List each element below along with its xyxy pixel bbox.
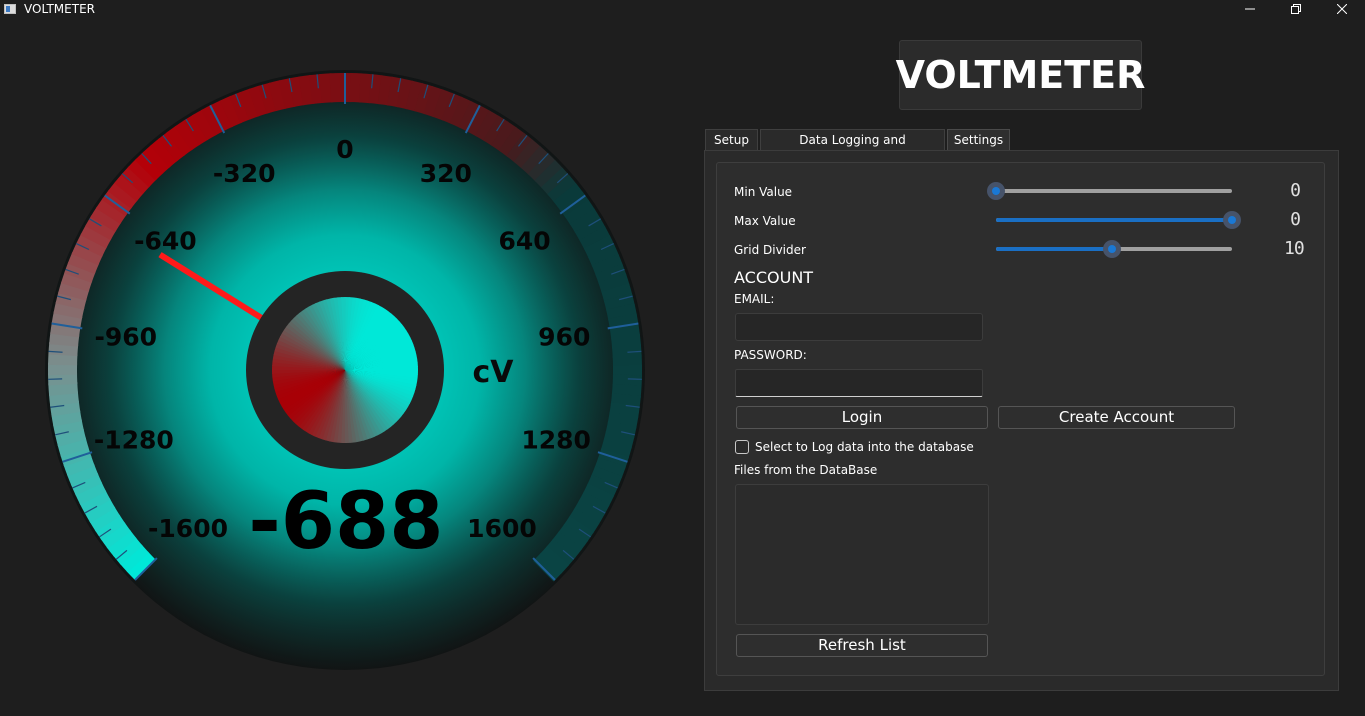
files-list[interactable] <box>735 484 989 625</box>
create-account-button[interactable]: Create Account <box>998 406 1235 429</box>
gauge-scale-label: 960 <box>538 322 590 351</box>
refresh-list-button[interactable]: Refresh List <box>736 634 988 657</box>
gauge-scale-label: 320 <box>420 159 472 188</box>
min-value-slider[interactable] <box>987 182 1232 200</box>
gauge-scale-label: 0 <box>336 135 353 164</box>
password-field[interactable] <box>735 369 983 397</box>
tab-data-logging[interactable]: Data Logging and Visualization <box>760 129 945 168</box>
email-label: EMAIL: <box>734 292 775 306</box>
gauge-scale-label: -1600 <box>148 514 228 543</box>
tab-settings[interactable]: Settings <box>947 129 1010 151</box>
grid-divider-label: Grid Divider <box>734 243 806 257</box>
close-icon <box>1336 3 1348 15</box>
title-bar: VOLTMETER <box>0 0 1365 20</box>
min-value-lcd: 0 <box>1290 180 1301 201</box>
gauge-scale-label: 640 <box>499 227 551 256</box>
restore-button[interactable] <box>1273 0 1319 20</box>
header-title-box: VOLTMETER <box>896 40 1145 110</box>
gauge-unit: cV <box>472 355 514 390</box>
slider-fill <box>996 218 1232 222</box>
tab-setup[interactable]: Setup <box>705 129 758 151</box>
email-field[interactable] <box>735 313 983 341</box>
min-value-label: Min Value <box>734 185 793 199</box>
password-label: PASSWORD: <box>734 348 807 362</box>
max-value-lcd: 0 <box>1290 209 1301 230</box>
gauge-scale-label: 1600 <box>467 514 537 543</box>
grid-divider-slider[interactable] <box>996 240 1232 258</box>
restore-icon <box>1291 4 1301 14</box>
app-icon <box>4 4 16 14</box>
close-button[interactable] <box>1319 0 1365 20</box>
grid-divider-lcd: 10 <box>1284 238 1305 259</box>
login-button[interactable]: Login <box>736 406 988 429</box>
log-data-checkbox[interactable] <box>735 440 749 454</box>
gauge-scale-label: -320 <box>213 159 276 188</box>
slider-handle[interactable] <box>1102 240 1121 258</box>
slider-handle[interactable] <box>1223 211 1241 229</box>
voltmeter-gauge: -1600 -1280 -960 -640 -320 0 320 640 960 1280 1600… <box>45 70 645 670</box>
files-list-label: Files from the DataBase <box>734 463 878 477</box>
gauge-value-readout: -688 <box>248 477 443 567</box>
gauge-hub-cone <box>272 297 419 443</box>
account-heading: ACCOUNT <box>734 268 814 287</box>
header-title: VOLTMETER <box>895 53 1146 97</box>
window-title: VOLTMETER <box>24 2 95 16</box>
slider-fill <box>996 247 1112 251</box>
max-value-label: Max Value <box>734 214 796 228</box>
minimize-button[interactable] <box>1227 0 1273 20</box>
gauge-scale-label: 1280 <box>521 426 591 455</box>
gauge-scale-label: -1280 <box>94 426 174 455</box>
minimize-icon <box>1245 8 1255 10</box>
log-data-checkbox-label[interactable]: Select to Log data into the database <box>755 440 974 454</box>
slider-handle[interactable] <box>987 182 1005 200</box>
gauge-scale-label: -960 <box>94 322 157 351</box>
gauge-scale-label: -640 <box>134 227 197 256</box>
max-value-slider[interactable] <box>996 211 1241 229</box>
